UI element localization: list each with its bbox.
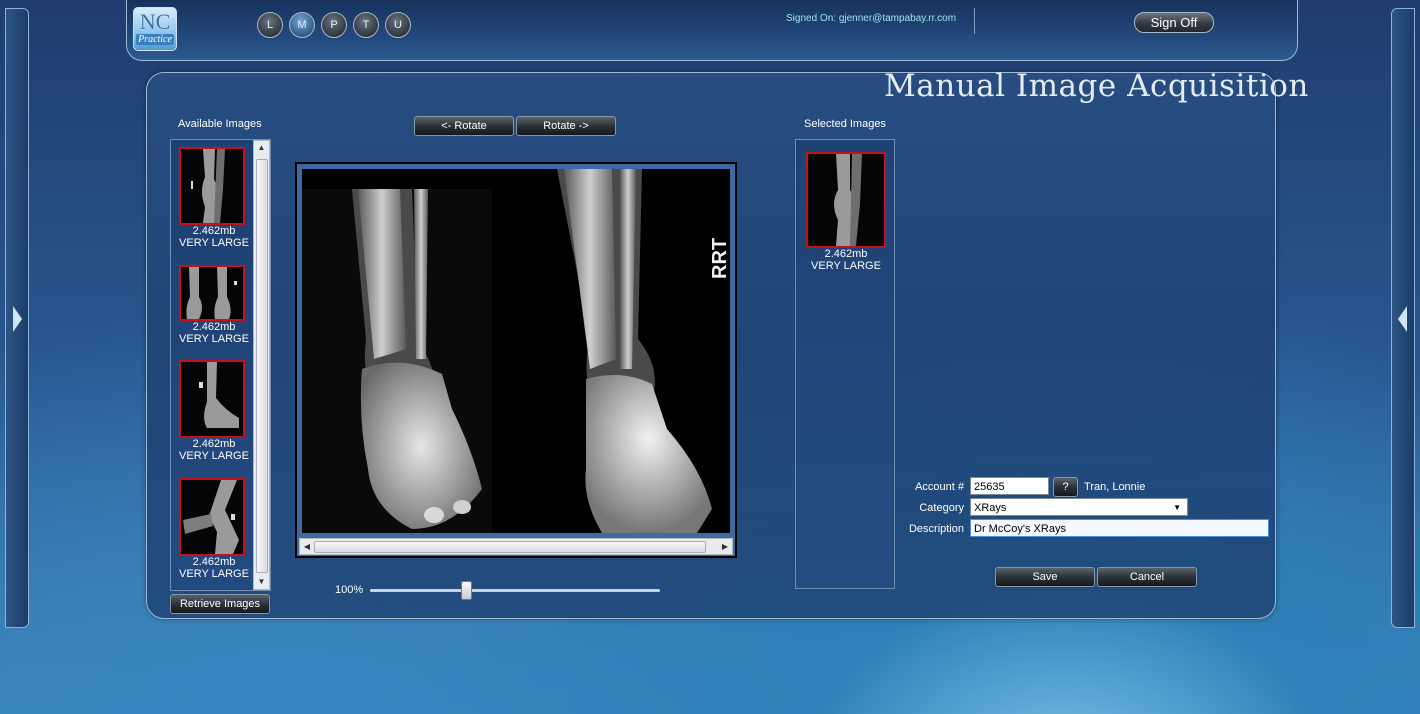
account-label: Account #: [915, 481, 964, 493]
selected-image-item[interactable]: 2.462mb VERY LARGE: [806, 152, 886, 272]
scroll-right-arrow-icon[interactable]: ▶: [718, 539, 732, 554]
image-size: 2.462mb: [192, 321, 236, 333]
patient-name: Tran, Lonnie: [1084, 481, 1146, 493]
zoom-slider-handle[interactable]: [460, 581, 472, 600]
xray-thumbnail[interactable]: [179, 147, 245, 225]
expand-left-arrow-icon[interactable]: [10, 304, 24, 334]
scroll-up-arrow-icon[interactable]: ▲: [254, 141, 269, 155]
category-select[interactable]: XRays ▼: [970, 498, 1188, 516]
retrieve-images-button[interactable]: Retrieve Images: [170, 594, 270, 614]
xray-thumbnail[interactable]: [806, 152, 886, 248]
image-size: 2.462mb: [192, 556, 236, 568]
sign-off-button[interactable]: Sign Off: [1134, 12, 1214, 33]
image-size: 2.462mb: [192, 225, 236, 237]
available-images-scrollbar[interactable]: ▲ ▼: [253, 140, 270, 590]
scroll-left-arrow-icon[interactable]: ◀: [300, 539, 314, 554]
category-label: Category: [919, 502, 964, 514]
scrollbar-thumb[interactable]: [256, 159, 268, 573]
nav-button-l[interactable]: L: [257, 12, 283, 38]
nav-button-p[interactable]: P: [321, 12, 347, 38]
signed-on-status: Signed On: gjenner@tampabay.rr.com: [786, 13, 957, 24]
logo-text: NC: [139, 9, 171, 34]
selected-images-list: 2.462mb VERY LARGE: [795, 139, 895, 589]
scroll-down-arrow-icon[interactable]: ▼: [254, 575, 269, 589]
page-title: Manual Image Acquisition: [884, 68, 1309, 104]
available-image-item[interactable]: 2.462mb VERY LARGE: [179, 478, 255, 580]
left-side-rail: [5, 8, 29, 628]
save-button[interactable]: Save: [995, 567, 1095, 587]
nav-button-m[interactable]: M: [289, 12, 315, 38]
image-size: 2.462mb: [824, 248, 868, 260]
expand-right-arrow-icon[interactable]: [1396, 304, 1410, 334]
nav-button-t[interactable]: T: [353, 12, 379, 38]
viewer-horizontal-scrollbar[interactable]: ◀ ▶: [299, 538, 733, 555]
available-images-label: Available Images: [178, 118, 262, 130]
xray-thumbnail[interactable]: [179, 360, 245, 438]
available-image-item[interactable]: 2.462mb VERY LARGE: [179, 360, 255, 462]
image-size-class: VERY LARGE: [179, 237, 249, 249]
image-viewer: RRT ◀ ▶: [295, 162, 737, 558]
xray-side-marker: RRT: [709, 238, 730, 279]
image-size-class: VERY LARGE: [179, 568, 249, 580]
image-size-class: VERY LARGE: [811, 260, 881, 272]
logo-subtext: Practice: [136, 34, 174, 45]
nav-button-u[interactable]: U: [385, 12, 411, 38]
available-image-item[interactable]: 2.462mb VERY LARGE: [179, 265, 255, 345]
account-lookup-button[interactable]: ?: [1053, 477, 1078, 497]
image-size-class: VERY LARGE: [179, 450, 249, 462]
description-field[interactable]: Dr McCoy's XRays: [970, 519, 1269, 537]
right-side-rail: [1391, 8, 1415, 628]
xray-thumbnail[interactable]: [179, 265, 245, 321]
available-image-item[interactable]: 2.462mb VERY LARGE: [179, 147, 255, 249]
module-nav: L M P T U: [257, 12, 411, 38]
xray-thumbnail[interactable]: [179, 478, 245, 556]
image-size: 2.462mb: [192, 438, 236, 450]
zoom-level-text: 100%: [335, 584, 364, 596]
rotate-left-button[interactable]: <- Rotate: [414, 116, 514, 136]
xray-image: RRT: [302, 169, 730, 533]
selected-images-label: Selected Images: [804, 118, 886, 130]
category-selected-value: XRays: [974, 502, 1007, 514]
account-number-field[interactable]: 25635: [970, 477, 1049, 495]
nc-practice-logo[interactable]: NC Practice: [133, 7, 177, 51]
description-label: Description: [908, 523, 964, 535]
zoom-slider-track[interactable]: [370, 589, 660, 592]
scrollbar-thumb[interactable]: [314, 541, 706, 553]
chevron-down-icon[interactable]: ▼: [1173, 499, 1181, 517]
cancel-button[interactable]: Cancel: [1097, 567, 1197, 587]
image-size-class: VERY LARGE: [179, 333, 249, 345]
header-divider: [974, 8, 975, 34]
rotate-right-button[interactable]: Rotate ->: [516, 116, 616, 136]
